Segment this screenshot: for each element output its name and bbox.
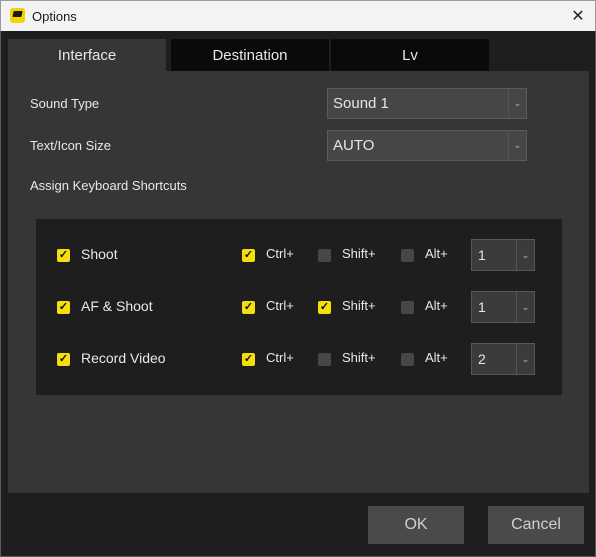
tab-interface[interactable]: Interface bbox=[8, 39, 166, 72]
tab-lv[interactable]: Lv bbox=[331, 39, 489, 72]
text-icon-size-value: AUTO bbox=[333, 137, 375, 154]
shortcuts-heading: Assign Keyboard Shortcuts bbox=[30, 178, 187, 193]
ctrl-label: Ctrl+ bbox=[266, 350, 294, 365]
af-shoot-key-select[interactable]: 1 ⌄ bbox=[471, 291, 535, 323]
record-video-key-select[interactable]: 2 ⌄ bbox=[471, 343, 535, 375]
shift-label: Shift+ bbox=[342, 246, 376, 261]
chevron-down-icon: ⌄ bbox=[508, 89, 526, 118]
af-shoot-ctrl-checkbox[interactable]: ✓ bbox=[242, 301, 255, 314]
chevron-down-icon: ⌄ bbox=[516, 292, 534, 322]
tab-destination[interactable]: Destination bbox=[171, 39, 329, 72]
shoot-key-select[interactable]: 1 ⌄ bbox=[471, 239, 535, 271]
alt-label: Alt+ bbox=[425, 298, 448, 313]
chevron-down-icon: ⌄ bbox=[516, 344, 534, 374]
title-bar: Options ✕ bbox=[0, 0, 596, 31]
record-video-ctrl-checkbox[interactable]: ✓ bbox=[242, 353, 255, 366]
record-video-shift-checkbox[interactable] bbox=[318, 353, 331, 366]
app-icon bbox=[10, 8, 25, 23]
shift-label: Shift+ bbox=[342, 350, 376, 365]
af-shoot-shift-checkbox[interactable]: ✓ bbox=[318, 301, 331, 314]
sound-type-label: Sound Type bbox=[30, 96, 100, 111]
af-shoot-enabled-checkbox[interactable]: ✓ bbox=[57, 301, 70, 314]
chevron-down-icon: ⌄ bbox=[516, 240, 534, 270]
key-value: 1 bbox=[478, 247, 486, 263]
sound-type-value: Sound 1 bbox=[333, 95, 389, 112]
shoot-enabled-checkbox[interactable]: ✓ bbox=[57, 249, 70, 262]
alt-label: Alt+ bbox=[425, 246, 448, 261]
shortcut-name: AF & Shoot bbox=[81, 298, 153, 314]
shortcut-name: Shoot bbox=[81, 246, 118, 262]
shoot-alt-checkbox[interactable] bbox=[401, 249, 414, 262]
record-video-enabled-checkbox[interactable]: ✓ bbox=[57, 353, 70, 366]
key-value: 2 bbox=[478, 351, 486, 367]
ctrl-label: Ctrl+ bbox=[266, 298, 294, 313]
shortcut-list: ✓ Shoot ✓ Ctrl+ Shift+ Alt+ 1 ⌄ ✓ AF & S… bbox=[36, 219, 562, 395]
dialog-body: Interface Destination Lv Sound Type Soun… bbox=[0, 31, 596, 557]
shoot-shift-checkbox[interactable] bbox=[318, 249, 331, 262]
text-icon-size-label: Text/Icon Size bbox=[30, 138, 111, 153]
window-title: Options bbox=[32, 9, 77, 24]
shoot-ctrl-checkbox[interactable]: ✓ bbox=[242, 249, 255, 262]
alt-label: Alt+ bbox=[425, 350, 448, 365]
text-icon-size-dropdown[interactable]: AUTO ⌄ bbox=[327, 130, 527, 161]
shift-label: Shift+ bbox=[342, 298, 376, 313]
key-value: 1 bbox=[478, 299, 486, 315]
cancel-button[interactable]: Cancel bbox=[488, 506, 584, 544]
interface-panel: Sound Type Sound 1 ⌄ Text/Icon Size AUTO… bbox=[8, 71, 589, 493]
af-shoot-alt-checkbox[interactable] bbox=[401, 301, 414, 314]
shortcut-name: Record Video bbox=[81, 350, 166, 366]
ok-button[interactable]: OK bbox=[368, 506, 464, 544]
ctrl-label: Ctrl+ bbox=[266, 246, 294, 261]
chevron-down-icon: ⌄ bbox=[508, 131, 526, 160]
sound-type-dropdown[interactable]: Sound 1 ⌄ bbox=[327, 88, 527, 119]
close-button[interactable]: ✕ bbox=[561, 1, 595, 31]
record-video-alt-checkbox[interactable] bbox=[401, 353, 414, 366]
